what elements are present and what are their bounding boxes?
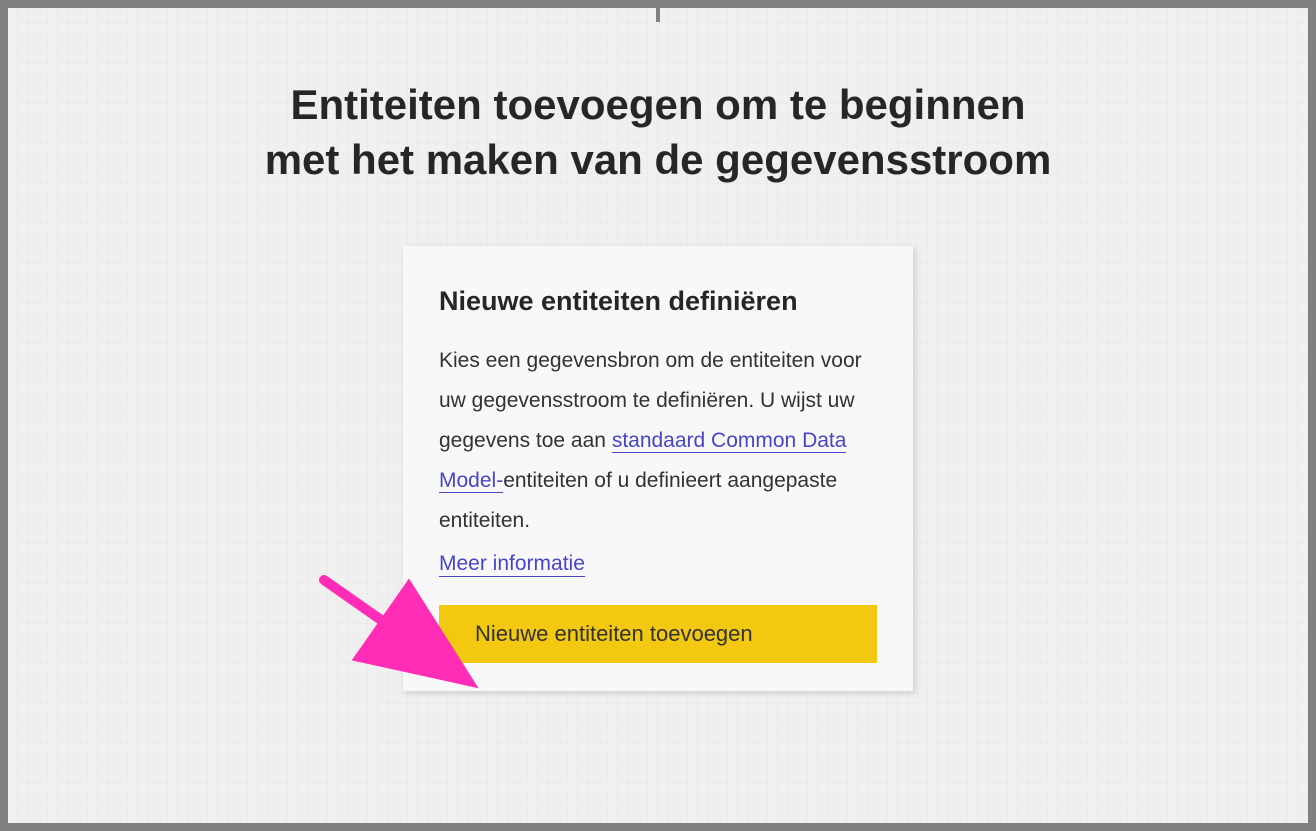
card-title: Nieuwe entiteiten definiëren	[439, 286, 877, 317]
main-content-area: Entiteiten toevoegen om te beginnen met …	[8, 8, 1308, 823]
card-description: Kies een gegevensbron om de entiteiten v…	[439, 341, 877, 540]
page-title-line2: met het maken van de gegevensstroom	[265, 136, 1052, 183]
page-title-line1: Entiteiten toevoegen om te beginnen	[290, 81, 1025, 128]
add-new-entities-button[interactable]: Nieuwe entiteiten toevoegen	[439, 605, 877, 663]
top-notch-indicator	[656, 8, 660, 22]
more-info-link[interactable]: Meer informatie	[439, 552, 585, 577]
page-title: Entiteiten toevoegen om te beginnen met …	[8, 78, 1308, 187]
define-entities-card: Nieuwe entiteiten definiëren Kies een ge…	[403, 246, 913, 691]
